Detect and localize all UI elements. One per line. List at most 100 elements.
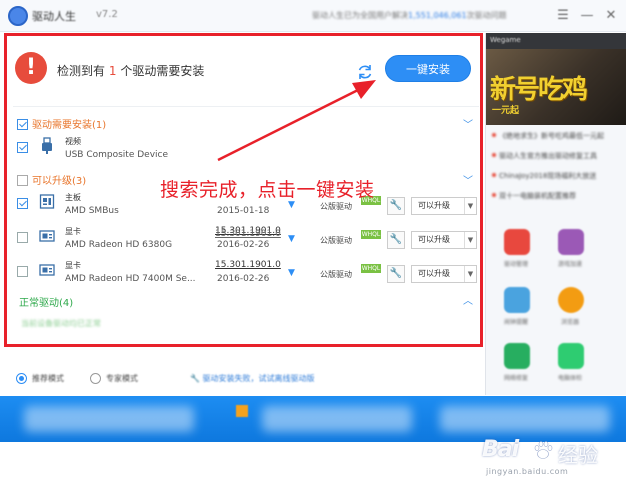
ad-news-item[interactable]: 双十一电脑装机配置推荐: [492, 191, 620, 201]
row-checkbox[interactable]: [17, 232, 28, 243]
tool-label: 驱动管理: [503, 261, 528, 268]
close-button[interactable]: ✕: [602, 7, 620, 25]
upgrade-select-value: 可以升级: [418, 269, 450, 278]
wrench-link-icon: 🔧: [190, 374, 200, 383]
alert-icon: !: [15, 52, 47, 84]
notice-count: 1,551,046,061: [408, 11, 467, 20]
mode-bar: 推荐模式 专家模式 🔧 驱动安装失败，试试离线驱动版: [0, 365, 485, 393]
offline-driver-link-text: 驱动安装失败，试试离线驱动版: [202, 374, 315, 383]
app-logo-icon: [8, 6, 28, 26]
offline-driver-link[interactable]: 🔧 驱动安装失败，试试离线驱动版: [190, 373, 315, 384]
row-checkbox[interactable]: [17, 198, 28, 209]
wrench-icon[interactable]: 🔧: [387, 197, 405, 215]
tutorial-annotation: 搜索完成，点击一键安装: [160, 179, 375, 201]
notice-suffix: 次驱动问题: [466, 11, 507, 20]
status-count: 1: [108, 64, 117, 78]
wrench-icon[interactable]: 🔧: [387, 231, 405, 249]
group-normal[interactable]: 正常驱动(4): [19, 294, 73, 309]
group-label: 可以升级(3): [32, 176, 87, 187]
upgrade-select[interactable]: 可以升级 ▼: [411, 231, 477, 249]
device-type: 视频: [65, 137, 81, 146]
device-type: 显卡: [65, 227, 81, 236]
status-suffix: 个驱动需要安装: [120, 64, 205, 78]
chevron-down-icon[interactable]: ﹀: [463, 116, 473, 131]
graphics-card-icon: [39, 264, 55, 276]
menu-button[interactable]: ☰: [554, 7, 572, 25]
group-upgradable[interactable]: 可以升级(3): [17, 172, 86, 187]
graphics-card-icon: [39, 230, 55, 242]
ad-news-text: 驱动人生官方推出驱动修复工具: [499, 152, 597, 160]
notice-prefix: 驱动人生已为全国用户解决: [312, 11, 408, 20]
expert-mode-label: 专家模式: [106, 374, 138, 383]
upgrade-select[interactable]: 可以升级 ▼: [411, 265, 477, 283]
banner-blur-block: [262, 406, 412, 432]
normal-driver-note: 当前设备驱动均已正常: [21, 319, 101, 328]
tool-browser-icon[interactable]: [558, 287, 584, 313]
device-name: AMD Radeon HD 7400M Se...: [65, 274, 196, 284]
one-click-install-button[interactable]: 一键安装: [385, 55, 471, 82]
device-name: AMD Radeon HD 6380G: [65, 240, 173, 250]
driver-kind: 公版驱动: [320, 202, 352, 211]
title-notice: 驱动人生已为全国用户解决1,551,046,061次驱动问题: [312, 10, 507, 21]
watermark-url: jingyan.baidu.com: [486, 467, 569, 476]
ad-news-item[interactable]: 驱动人生官方推出驱动修复工具: [492, 151, 620, 161]
whql-badge: WHQL: [361, 230, 381, 239]
expert-mode-radio[interactable]: [90, 373, 101, 384]
caret-down-icon: ▼: [464, 266, 476, 282]
baidu-paw-icon: [534, 441, 553, 459]
banner-blur-block: [440, 406, 610, 432]
ad-news-text: 双十一电脑装机配置推荐: [499, 192, 576, 200]
ad-hero-subtitle: 一元起: [492, 106, 520, 116]
device-name: USB Composite Device: [65, 150, 169, 160]
driver-kind: 公版驱动: [320, 270, 352, 279]
ad-hero-title: 新号吃鸡: [490, 75, 588, 105]
baidu-watermark: Bai 经验 jingyan.baidu.com: [482, 437, 622, 487]
bottom-banner: [0, 396, 626, 442]
ad-panel: Wegame 新号吃鸡 一元起 《绝地求生》新号吃鸡最低一元起 驱动人生官方推出…: [485, 33, 626, 395]
tool-label: 浏览器: [560, 319, 579, 326]
upgrade-select[interactable]: 可以升级 ▼: [411, 197, 477, 215]
chevron-up-icon[interactable]: ︿: [463, 292, 473, 307]
tool-network-icon[interactable]: [504, 343, 530, 369]
watermark-jingyan: 经验: [558, 443, 598, 467]
tool-label: 网络修复: [503, 375, 528, 382]
title-bar: 驱动人生 v7.2 驱动人生已为全国用户解决1,551,046,061次驱动问题…: [0, 0, 626, 32]
caret-down-icon: ▼: [464, 198, 476, 214]
row-checkbox[interactable]: [17, 142, 28, 153]
ad-top-label: Wegame: [490, 36, 521, 44]
refresh-icon[interactable]: [355, 62, 375, 82]
group-checkbox[interactable]: [17, 175, 28, 186]
ad-hero-banner[interactable]: 新号吃鸡 一元起: [486, 49, 626, 125]
driver-version[interactable]: 15.301.1901.0: [215, 260, 281, 270]
tool-label: 闹钟提醒: [503, 319, 528, 326]
group-checkbox[interactable]: [17, 119, 28, 130]
minimize-button[interactable]: —: [578, 7, 596, 25]
caret-down-icon: ▼: [464, 232, 476, 248]
row-checkbox[interactable]: [17, 266, 28, 277]
app-title: 驱动人生: [32, 10, 76, 23]
watermark-brand: Bai: [482, 437, 519, 462]
ad-news-item[interactable]: ChinaJoy2018现场福利大放送: [492, 171, 620, 181]
divider: [13, 106, 479, 107]
banner-blur-block: [24, 406, 194, 432]
scan-status: 检测到有 1 个驱动需要安装: [57, 62, 204, 79]
group-need-install[interactable]: 驱动需要安装(1): [17, 116, 106, 131]
driver-version[interactable]: 15.301.1901.0: [215, 229, 281, 239]
wrench-icon[interactable]: 🔧: [387, 265, 405, 283]
motherboard-icon: [39, 194, 55, 209]
banner-icon: [236, 405, 248, 417]
ad-news-text: ChinaJoy2018现场福利大放送: [499, 172, 597, 180]
recommended-mode-radio[interactable]: [16, 373, 27, 384]
tool-alarm-icon[interactable]: [504, 287, 530, 313]
tool-game-icon[interactable]: [558, 229, 584, 255]
driver-date: 2016-02-26: [217, 240, 270, 250]
upgrade-select-value: 可以升级: [418, 201, 450, 210]
ad-news-item[interactable]: 《绝地求生》新号吃鸡最低一元起: [492, 131, 620, 141]
tool-checkup-icon[interactable]: [558, 343, 584, 369]
driver-date: 2015-01-18: [217, 206, 270, 216]
driver-date: 2016-02-26: [217, 274, 270, 284]
ad-news-text: 《绝地求生》新号吃鸡最低一元起: [499, 132, 604, 140]
chevron-down-icon[interactable]: ﹀: [463, 172, 473, 187]
tool-driver-icon[interactable]: [504, 229, 530, 255]
recommended-mode-label: 推荐模式: [32, 374, 64, 383]
